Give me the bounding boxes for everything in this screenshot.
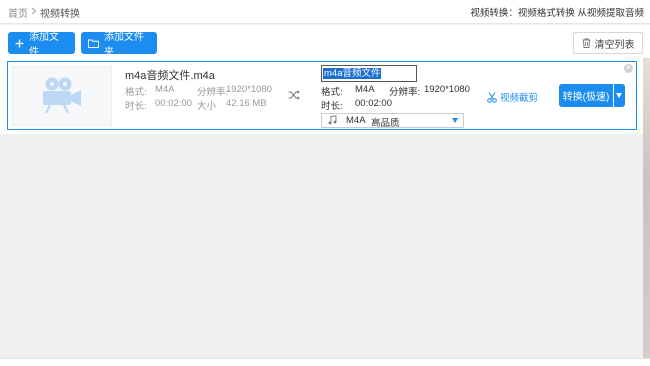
chevron-right-icon bbox=[31, 7, 37, 18]
output-duration-label: 时长: bbox=[321, 101, 343, 112]
convert-label: 转换(极速) bbox=[562, 92, 610, 103]
bottom-bar bbox=[0, 358, 650, 366]
convert-button[interactable]: 转换(极速) bbox=[559, 84, 613, 107]
source-size-label: 大小 bbox=[197, 101, 217, 112]
shuffle-icon bbox=[288, 90, 300, 103]
output-format-select[interactable]: M4A 高品质 bbox=[321, 113, 464, 129]
close-icon[interactable]: ✕ bbox=[624, 64, 633, 73]
top-bar: 首页 视频转换 视频转换：视频格式转换 从视频提取音频 bbox=[0, 0, 650, 24]
output-duration-value: 00:02:00 bbox=[355, 98, 392, 109]
breadcrumb-home[interactable]: 首页 bbox=[8, 5, 28, 20]
add-file-button[interactable]: 添加文件 bbox=[8, 32, 75, 58]
clear-list-label: 清空列表 bbox=[594, 39, 635, 51]
output-name-input[interactable]: m4a音频文件 bbox=[321, 65, 417, 82]
source-duration-value: 00:02:00 bbox=[155, 98, 192, 109]
convert-dropdown-button[interactable] bbox=[614, 84, 625, 107]
select-quality: 高品质 bbox=[371, 118, 400, 129]
plus-icon bbox=[15, 39, 24, 48]
music-note-icon bbox=[328, 115, 337, 128]
output-format-label: 格式: bbox=[321, 87, 343, 98]
select-format: M4A bbox=[346, 115, 366, 126]
add-folder-button[interactable]: 添加文件夹 bbox=[81, 32, 157, 58]
breadcrumb-current: 视频转换 bbox=[40, 9, 80, 20]
folder-icon bbox=[88, 39, 99, 48]
source-format-value: M4A bbox=[155, 84, 175, 95]
source-file-name: m4a音频文件.m4a bbox=[125, 70, 215, 82]
output-format-value: M4A bbox=[355, 84, 375, 95]
film-camera-icon bbox=[40, 76, 84, 117]
page-hint: 视频转换：视频格式转换 从视频提取音频 bbox=[470, 8, 644, 19]
add-folder-label: 添加文件夹 bbox=[104, 32, 144, 58]
file-item[interactable]: m4a音频文件.m4a 格式: M4A 分辨率: 1920*1080 时长: 0… bbox=[7, 61, 637, 130]
background-edge bbox=[643, 58, 650, 358]
file-thumbnail bbox=[12, 66, 112, 126]
output-resolution-label: 分辨率: bbox=[389, 87, 421, 98]
source-size-value: 42.16 MB bbox=[226, 98, 267, 109]
add-file-label: 添加文件 bbox=[29, 32, 59, 58]
clear-list-button[interactable]: 清空列表 bbox=[573, 32, 643, 54]
dropdown-arrow-icon bbox=[452, 118, 458, 123]
source-format-label: 格式: bbox=[125, 87, 147, 98]
scissors-icon bbox=[487, 91, 497, 103]
source-duration-label: 时长: bbox=[125, 101, 147, 112]
video-cut-label: 视频截剪 bbox=[500, 93, 539, 104]
output-name-text: m4a音频文件 bbox=[323, 68, 382, 79]
trash-icon bbox=[582, 38, 591, 48]
toolbar: 添加文件 添加文件夹 清空列表 bbox=[0, 25, 650, 58]
output-resolution-value: 1920*1080 bbox=[424, 84, 470, 95]
source-resolution-label: 分辨率: bbox=[197, 87, 229, 98]
breadcrumb: 首页 视频转换 bbox=[8, 5, 80, 20]
source-resolution-value: 1920*1080 bbox=[226, 84, 272, 95]
video-cut-button[interactable]: 视频截剪 bbox=[487, 90, 538, 104]
